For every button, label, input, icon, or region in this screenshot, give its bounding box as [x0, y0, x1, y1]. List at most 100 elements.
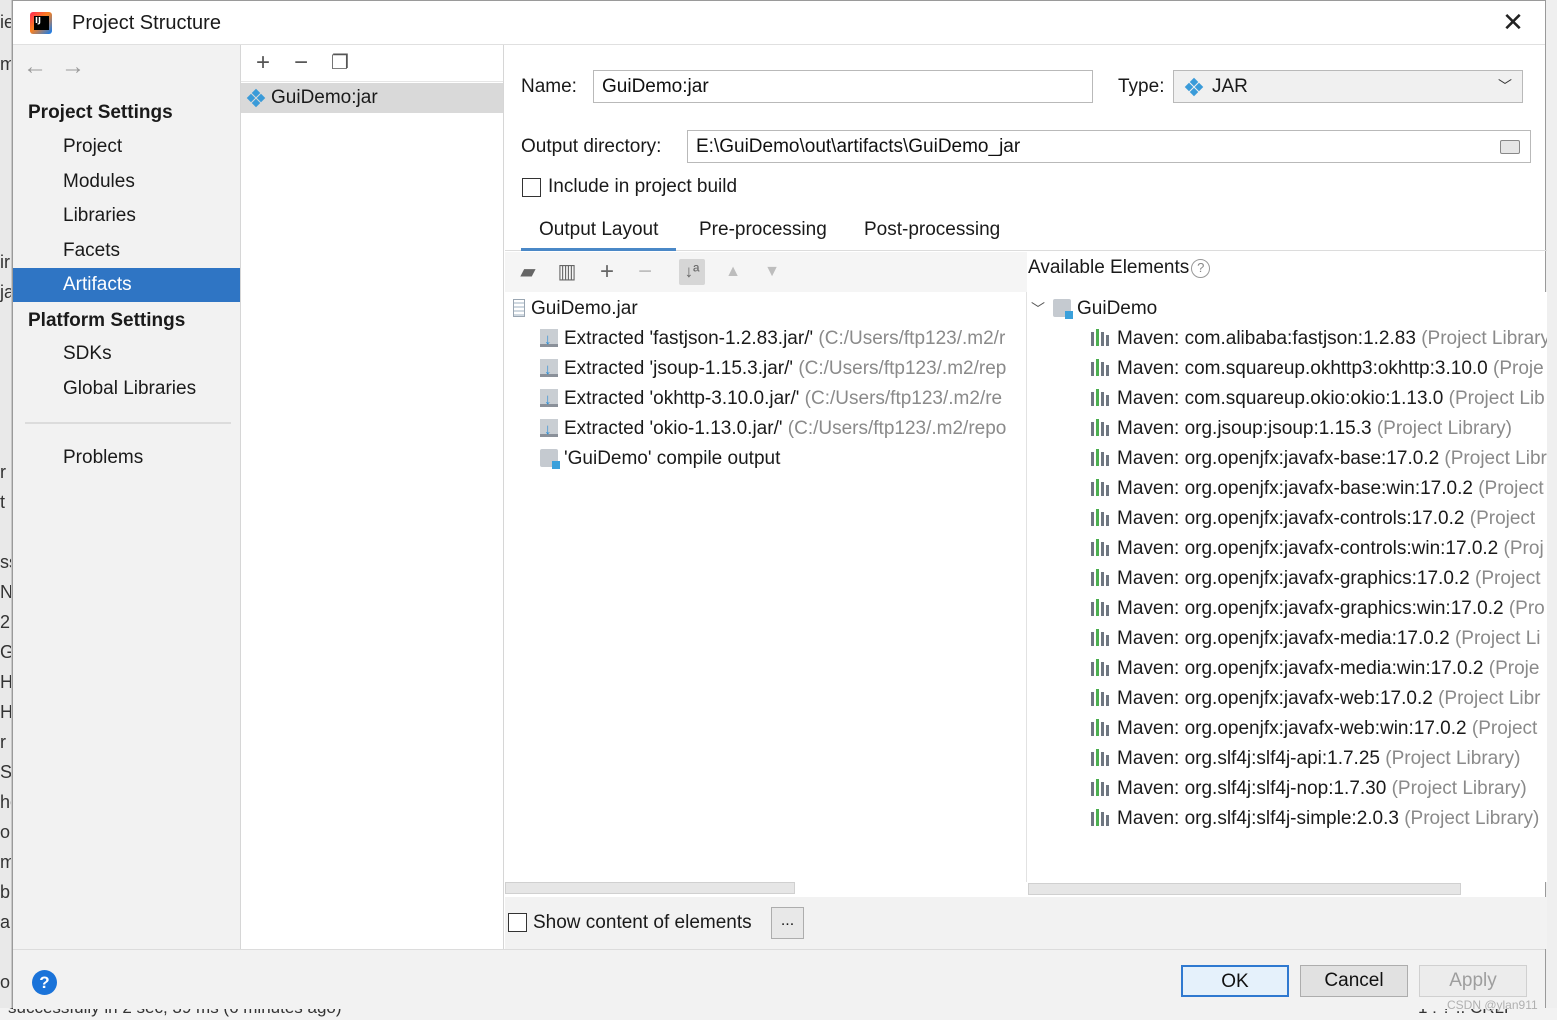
ide-left-fragment: a [0, 912, 11, 932]
add-icon[interactable]: + [250, 50, 276, 76]
library-icon [1091, 689, 1111, 707]
include-in-build-checkbox[interactable] [522, 178, 541, 197]
library-suffix: (Project [1475, 568, 1541, 589]
library-icon [1091, 449, 1111, 467]
tree-row[interactable]: 'GuiDemo' compile output [540, 444, 780, 474]
nav-arrows: ← → [23, 53, 99, 81]
help-icon[interactable]: ? [32, 970, 57, 995]
remove-icon[interactable]: − [288, 50, 314, 76]
library-row[interactable]: Maven: com.squareup.okhttp3:okhttp:3.10.… [1091, 354, 1544, 384]
library-icon [1091, 569, 1111, 587]
move-up-icon[interactable]: ▲ [720, 259, 746, 285]
artifact-list-item[interactable]: GuiDemo:jar [241, 83, 503, 113]
chevron-down-icon[interactable]: ﹀ [1031, 294, 1053, 324]
nav-item-project[interactable]: Project [13, 130, 240, 164]
library-row[interactable]: Maven: org.openjfx:javafx-controls:17.0.… [1091, 504, 1535, 534]
library-suffix: (Project Libr [1444, 448, 1547, 469]
library-row[interactable]: Maven: org.openjfx:javafx-media:win:17.0… [1091, 654, 1539, 684]
library-label: Maven: com.squareup.okhttp3:okhttp:3.10.… [1117, 358, 1488, 379]
ide-left-fragment: N [0, 582, 12, 602]
library-row[interactable]: Maven: org.openjfx:javafx-base:17.0.2 (P… [1091, 444, 1547, 474]
library-suffix: (Project Library) [1404, 808, 1540, 829]
library-suffix: (Project Libr [1438, 688, 1541, 709]
library-row[interactable]: Maven: org.slf4j:slf4j-api:1.7.25 (Proje… [1091, 744, 1520, 774]
ide-left-fragment: he [0, 792, 11, 812]
available-elements-header: Available Elements? [1028, 257, 1211, 279]
tree-row[interactable]: Extracted 'jsoup-1.15.3.jar/' (C:/Users/… [540, 354, 1006, 385]
output-layout-tree: GuiDemo.jar Extracted 'fastjson-1.2.83.j… [505, 292, 1027, 882]
nav-item-modules[interactable]: Modules [13, 165, 240, 199]
library-row[interactable]: Maven: org.slf4j:slf4j-simple:2.0.3 (Pro… [1091, 804, 1539, 834]
tree-row[interactable]: Extracted 'okio-1.13.0.jar/' (C:/Users/f… [540, 414, 1006, 445]
remove-element-icon[interactable]: − [632, 259, 658, 285]
tab-output-layout[interactable]: Output Layout [521, 209, 677, 251]
help-circle-icon[interactable]: ? [1191, 259, 1211, 278]
name-input[interactable]: GuiDemo:jar [593, 70, 1093, 103]
output-layout-scrollbar[interactable] [505, 882, 795, 894]
sort-elements-icon[interactable]: ↓ª [679, 259, 705, 285]
intellij-app-icon [30, 12, 52, 34]
nav-item-global-libraries[interactable]: Global Libraries [13, 372, 240, 406]
library-row[interactable]: Maven: org.openjfx:javafx-web:17.0.2 (Pr… [1091, 684, 1541, 714]
tree-root-label: GuiDemo.jar [531, 298, 638, 319]
available-root[interactable]: ﹀ GuiDemo [1031, 294, 1157, 324]
library-row[interactable]: Maven: com.squareup.okio:okio:1.13.0 (Pr… [1091, 384, 1545, 414]
nav-item-sdks[interactable]: SDKs [13, 337, 240, 371]
new-directory-icon[interactable]: ▰ [515, 259, 541, 285]
ide-left-fragment: m [0, 54, 11, 75]
ide-left-fragment: ja [0, 282, 11, 302]
library-row[interactable]: Maven: org.openjfx:javafx-media:17.0.2 (… [1091, 624, 1541, 654]
ide-left-fragment: ss [0, 552, 11, 572]
library-row[interactable]: Maven: com.alibaba:fastjson:1.2.83 (Proj… [1091, 324, 1547, 354]
nav-item-artifacts[interactable]: Artifacts [13, 268, 240, 302]
close-icon[interactable]: ✕ [1501, 9, 1525, 35]
show-content-options-button[interactable]: ... [771, 907, 804, 939]
browse-folder-icon[interactable] [1500, 140, 1520, 154]
artifact-tabs: Output Layout Pre-processing Post-proces… [505, 209, 1547, 251]
move-down-icon[interactable]: ▼ [759, 259, 785, 285]
library-row[interactable]: Maven: org.openjfx:javafx-web:win:17.0.2… [1091, 714, 1537, 744]
library-label: Maven: com.squareup.okio:okio:1.13.0 [1117, 388, 1444, 409]
back-arrow-icon[interactable]: ← [23, 53, 47, 80]
library-row[interactable]: Maven: org.openjfx:javafx-base:win:17.0.… [1091, 474, 1544, 504]
output-directory-input[interactable]: E:\GuiDemo\out\artifacts\GuiDemo_jar [687, 130, 1531, 163]
library-row[interactable]: Maven: org.slf4j:slf4j-nop:1.7.30 (Proje… [1091, 774, 1527, 804]
tab-post-processing[interactable]: Post-processing [846, 209, 1018, 251]
copy-icon[interactable]: ❐ [327, 50, 353, 76]
library-row[interactable]: Maven: org.jsoup:jsoup:1.15.3 (Project L… [1091, 414, 1512, 444]
ide-left-fragment: 2 [0, 612, 11, 632]
type-select[interactable]: JAR ﹀ [1173, 70, 1523, 103]
ok-button[interactable]: OK [1181, 965, 1289, 997]
available-elements-scrollbar[interactable] [1028, 883, 1461, 895]
dialog-title: Project Structure [72, 12, 221, 34]
create-archive-icon[interactable]: ▥ [554, 259, 580, 285]
nav-item-problems[interactable]: Problems [13, 441, 240, 475]
nav-item-libraries[interactable]: Libraries [13, 199, 240, 233]
include-in-build-label: Include in project build [548, 176, 738, 197]
library-label: Maven: org.openjfx:javafx-graphics:win:1… [1117, 598, 1504, 619]
library-row[interactable]: Maven: org.openjfx:javafx-graphics:17.0.… [1091, 564, 1541, 594]
show-content-checkbox[interactable] [508, 913, 527, 932]
forward-arrow-icon[interactable]: → [61, 53, 85, 80]
ide-left-fragment: H [0, 672, 12, 692]
library-row[interactable]: Maven: org.openjfx:javafx-controls:win:1… [1091, 534, 1544, 564]
tab-pre-processing[interactable]: Pre-processing [681, 209, 845, 251]
cancel-button[interactable]: Cancel [1300, 965, 1408, 997]
chevron-down-icon: ﹀ [1498, 78, 1512, 94]
library-icon [1091, 479, 1111, 497]
library-row[interactable]: Maven: org.openjfx:javafx-graphics:win:1… [1091, 594, 1545, 624]
tree-row[interactable]: Extracted 'okhttp-3.10.0.jar/' (C:/Users… [540, 384, 1002, 415]
add-copy-icon[interactable]: + [594, 259, 620, 285]
ide-left-fragment: m [0, 852, 11, 873]
apply-button[interactable]: Apply [1419, 965, 1527, 997]
tree-row[interactable]: Extracted 'fastjson-1.2.83.jar/' (C:/Use… [540, 324, 1005, 355]
project-structure-dialog: Project Structure ✕ ←→ Project Settings … [12, 0, 1547, 1012]
library-label: Maven: org.openjfx:javafx-graphics:17.0.… [1117, 568, 1470, 589]
library-label: Maven: org.openjfx:javafx-base:win:17.0.… [1117, 478, 1473, 499]
library-icon [1091, 329, 1111, 347]
tree-root-jar[interactable]: GuiDemo.jar [513, 294, 638, 324]
library-suffix: (Project Li [1454, 628, 1541, 649]
ide-left-fragment: ie [0, 12, 11, 32]
ide-left-fragment: t [0, 492, 6, 512]
nav-item-facets[interactable]: Facets [13, 234, 240, 268]
